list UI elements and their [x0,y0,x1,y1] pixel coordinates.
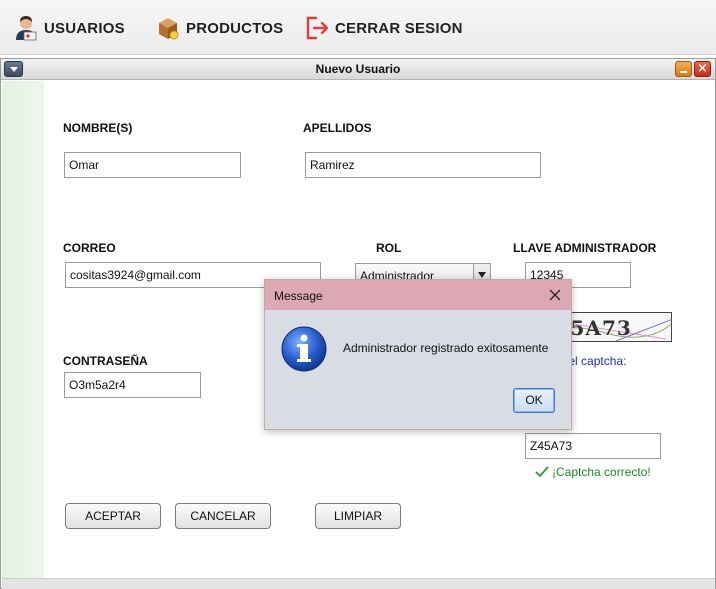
ok-button[interactable]: OK [513,388,555,413]
cancelar-button[interactable]: CANCELAR [175,503,271,529]
dialog-message: Administrador registrado exitosamente [343,341,549,355]
menu-productos[interactable]: PRODUCTOS [156,14,283,42]
close-icon[interactable] [547,287,563,303]
nombre-label: NOMBRE(S) [63,121,133,135]
menu-bar: USUARIOS PRODUCTOS CERRAR SESION [0,0,716,55]
frame-title: Nuevo Usuario [315,62,401,76]
contrasena-label: CONTRASEÑA [63,354,148,368]
info-icon [281,326,327,372]
frame-titlebar[interactable]: Nuevo Usuario × [1,59,715,80]
llave-label: LLAVE ADMINISTRADOR [513,241,657,255]
close-button[interactable]: × [694,61,711,77]
menu-usuarios[interactable]: USUARIOS [14,14,125,42]
frame-bottom-edge [2,578,715,589]
box-icon [159,18,179,40]
menu-cerrar-sesion-label: CERRAR SESION [335,19,463,37]
dialog-titlebar[interactable]: Message [265,280,571,310]
apellidos-label: APELLIDOS [303,121,372,135]
captcha-status-text: ¡Captcha correcto! [552,465,651,479]
contrasena-input[interactable]: O3m5a2r4 [64,372,201,398]
aceptar-button[interactable]: ACEPTAR [65,503,161,529]
menu-cerrar-sesion[interactable]: CERRAR SESION [305,14,463,42]
message-dialog: Message Administrador registrado exitosa… [264,279,572,430]
menu-productos-label: PRODUCTOS [186,19,284,37]
correo-label: CORREO [63,241,116,255]
left-decoration [2,81,44,578]
check-icon [535,466,549,478]
captcha-input[interactable]: Z45A73 [525,433,661,459]
apellidos-input[interactable]: Ramirez [305,152,541,178]
user-admin-icon [16,16,37,41]
limpiar-button[interactable]: LIMPIAR [315,503,401,529]
dialog-title: Message [274,289,323,303]
logout-icon [306,16,329,40]
captcha-status: ¡Captcha correcto! [535,465,651,479]
minimize-button[interactable] [675,61,692,77]
rol-label: ROL [376,241,402,255]
nombre-input[interactable]: Omar [64,152,241,178]
menu-usuarios-label: USUARIOS [44,19,125,37]
